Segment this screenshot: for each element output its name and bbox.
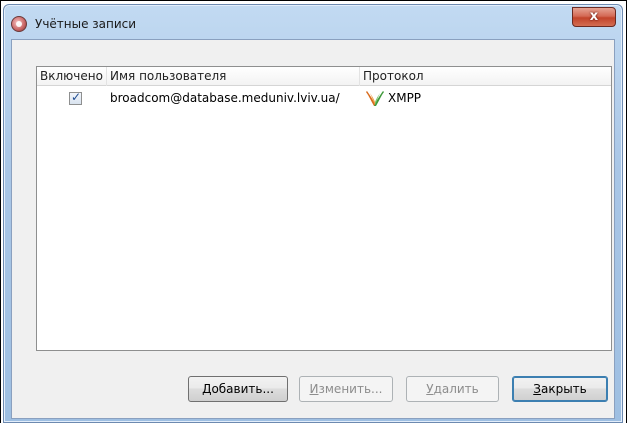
dialog-client-area: Включено Имя пользователя Протокол ✓ bro… [11,39,615,419]
window-title: Учётные записи [35,17,137,31]
list-header: Включено Имя пользователя Протокол [37,67,611,86]
screen-border-top [0,0,627,1]
title-bar[interactable]: Учётные записи x [4,5,622,41]
edit-button[interactable]: Изменить... [299,376,393,402]
account-row[interactable]: ✓ broadcom@database.meduniv.lviv.ua/ XMP… [37,88,611,110]
account-username: broadcom@database.meduniv.lviv.ua/ [110,91,340,105]
add-button-label: обавить... [211,382,274,396]
checkmark-icon: ✓ [71,90,82,104]
pidgin-app-icon [11,16,27,32]
close-button-mnemonic: З [533,382,541,396]
column-header-enabled[interactable]: Включено [37,67,107,86]
add-button[interactable]: Добавить... [188,376,288,402]
accounts-list[interactable]: Включено Имя пользователя Протокол ✓ bro… [36,66,612,351]
account-protocol: XMPP [388,91,422,105]
edit-button-mnemonic: И [309,382,319,396]
screen-border-left [0,0,1,423]
xmpp-icon [366,91,384,106]
accounts-window: Учётные записи x Включено Имя пользовате… [3,4,623,423]
delete-button-label: далить [433,382,479,396]
close-button-label: акрыть [540,382,587,396]
edit-button-label: зменить... [318,382,383,396]
close-icon: x [589,9,599,24]
close-button[interactable]: Закрыть [512,376,608,402]
enabled-checkbox[interactable]: ✓ [69,90,82,105]
delete-button-mnemonic: У [426,382,434,396]
window-close-button[interactable]: x [572,7,616,27]
delete-button[interactable]: Удалить [406,376,499,402]
column-header-protocol[interactable]: Протокол [360,67,613,86]
column-header-username[interactable]: Имя пользователя [107,67,360,86]
